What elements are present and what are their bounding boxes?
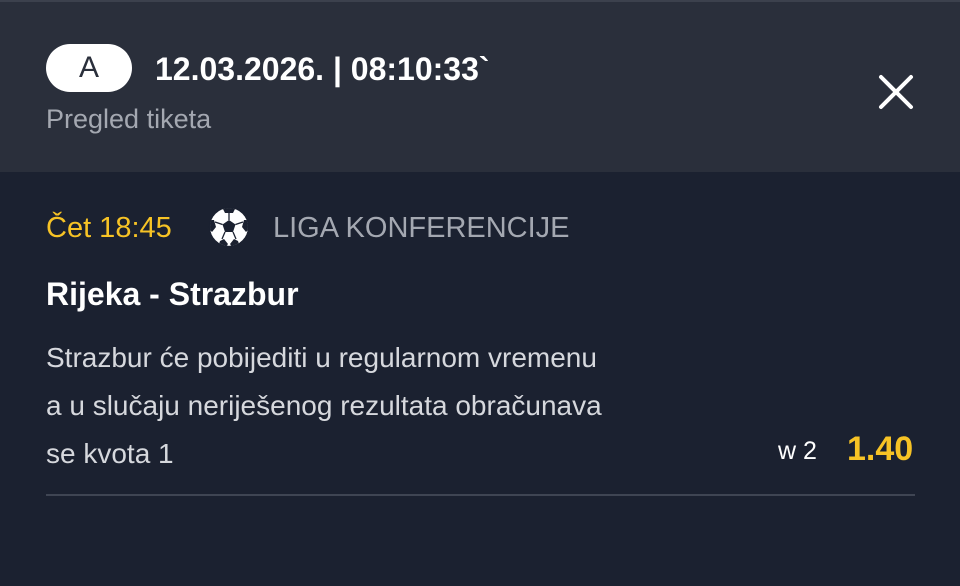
event-start-time: Čet 18:45 <box>46 212 172 244</box>
bet-description-line: se kvota 1 <box>46 438 174 469</box>
ticket-datetime: 12.03.2026. | 08:10:33` <box>155 51 490 87</box>
league-name: LIGA KONFERENCIJE <box>273 212 570 244</box>
ticket-content: Čet 18:45 LIGA KONFERENCIJE Rijeka - Str… <box>0 172 960 586</box>
match-title: Rijeka - Strazbur <box>46 276 299 312</box>
bet-description-line: Strazbur će pobijediti u regularnom vrem… <box>46 342 597 373</box>
bet-description: Strazbur će pobijediti u regularnom vrem… <box>46 334 602 478</box>
bet-code: w 2 <box>778 437 817 465</box>
divider <box>46 494 915 496</box>
soccer-ball-icon <box>208 206 250 248</box>
ticket-header: A 12.03.2026. | 08:10:33` Pregled tiketa <box>0 0 960 172</box>
page-subtitle: Pregled tiketa <box>46 104 212 134</box>
ticket-type-badge: A <box>46 44 132 92</box>
close-icon[interactable] <box>872 68 920 116</box>
event-meta-row: Čet 18:45 LIGA KONFERENCIJE <box>46 206 916 250</box>
odds-value: 1.40 <box>847 430 914 468</box>
bet-description-line: a u slučaju neriješenog rezultata obraču… <box>46 390 602 421</box>
close-button[interactable] <box>872 68 920 116</box>
